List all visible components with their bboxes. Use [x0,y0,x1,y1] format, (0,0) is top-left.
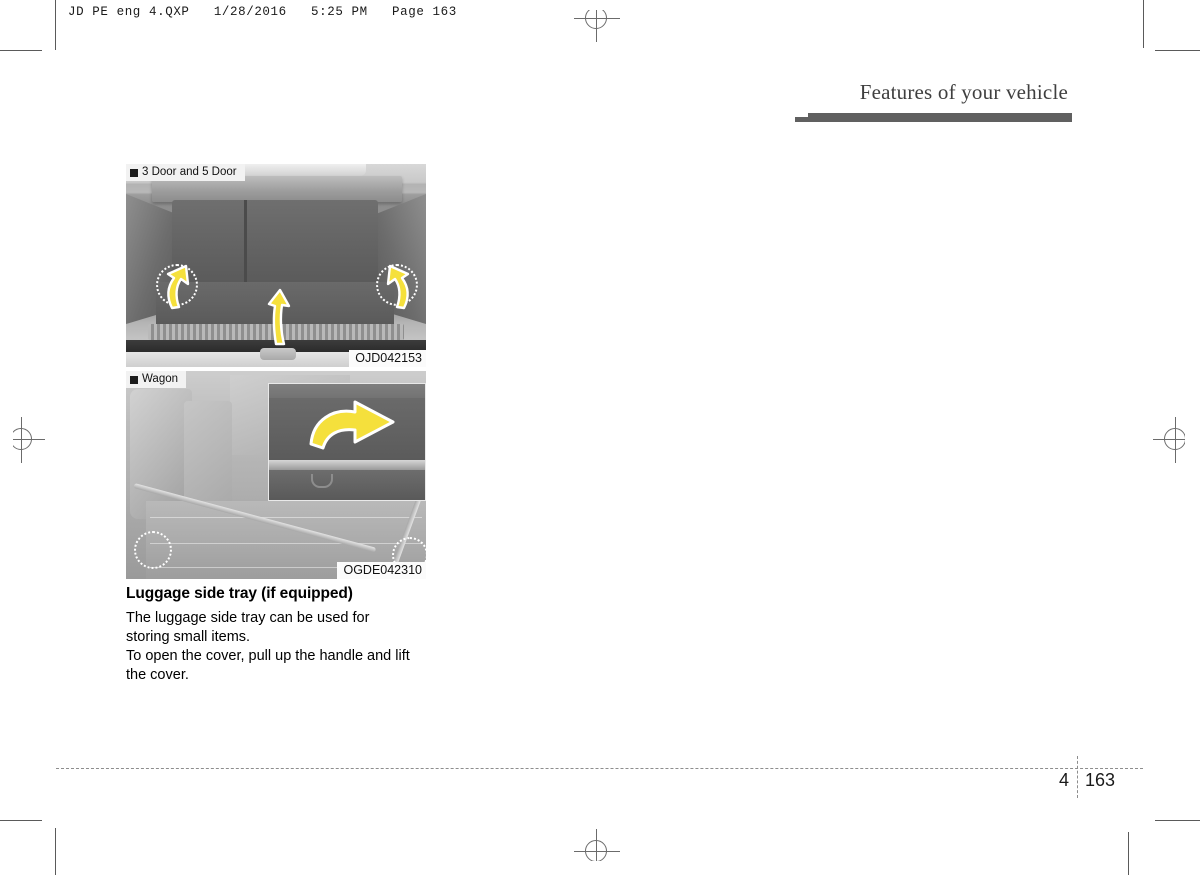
crop-mark-top-right-vertical [1143,0,1144,48]
paragraph-luggage-side-tray-use: The luggage side tray can be used for st… [126,609,426,647]
arrow-open-cover-icon [309,400,395,450]
figure-wagon: Wagon OGDE042310 [126,371,426,579]
crop-mark-bottom-right-vertical [1128,832,1129,875]
inset-lower-panel [269,470,425,500]
section-heading-luggage-side-tray: Luggage side tray (if equipped) [126,585,353,602]
figure-label-3-door-and-5-door: 3 Door and 5 Door [126,164,245,181]
footer-page-number: 163 [1085,770,1116,790]
title-bar-tail [795,117,808,122]
arrow-left-tray-icon [166,264,190,310]
figure-label-text: 3 Door and 5 Door [142,166,237,178]
paragraph-open-cover-instructions: To open the cover, pull up the handle an… [126,647,426,685]
registration-mark-bottom-center [574,829,620,861]
cargo-floor-seam-2 [150,543,422,544]
seatback-split-line [244,200,247,286]
figure-3-door-and-5-door: 3 Door and 5 Door OJD042153 [126,164,426,367]
figure-label-wagon: Wagon [126,371,187,388]
registration-horizontal-line [13,439,45,440]
inset-detail-panel [268,383,426,501]
paragraph-line: To open the cover, pull up the handle an… [126,648,392,664]
rear-seat-right [184,401,232,513]
registration-mark-middle-right [1153,417,1185,463]
paragraph-line: storing small items. [126,629,251,645]
registration-mark-top-center [574,10,620,42]
figure-image-hatchback-cargo [126,164,426,367]
floor-lift-handle [260,348,296,360]
registration-vertical-line [596,829,597,861]
crop-mark-bottom-left-horizontal [0,820,42,821]
square-bullet-icon [130,168,138,177]
rear-seatback [172,200,378,286]
inset-trim-rail [269,460,425,470]
crop-mark-bottom-right-horizontal [1155,820,1200,821]
square-bullet-icon [130,375,138,384]
registration-mark-middle-left [13,417,45,463]
crop-mark-top-left-horizontal [0,50,42,51]
figure-label-text: Wagon [142,373,179,385]
registration-vertical-line [596,10,597,42]
arrow-right-tray-icon [386,264,410,310]
inset-cover-handle [311,474,333,488]
arrow-center-handle-icon [267,288,291,346]
crop-mark-bottom-left-vertical [55,828,56,875]
crop-mark-top-left-vertical [55,0,56,50]
print-slug: JD PE eng 4.QXP 1/28/2016 5:25 PM Page 1… [68,5,457,19]
registration-horizontal-line [574,851,620,852]
page-title: Features of your vehicle [859,80,1068,104]
footer-chapter-number: 4 [1058,770,1069,790]
registration-vertical-line [21,417,22,463]
footer-divider [56,768,1143,769]
highlight-circle-left-anchor [134,531,172,569]
footer-separator [1077,756,1078,798]
registration-vertical-line [1175,417,1176,463]
figure-code-ojd042153: OJD042153 [349,350,426,367]
title-underline-bar [808,113,1072,122]
registration-horizontal-line [574,18,620,19]
figure-code-ogde042310: OGDE042310 [337,562,426,579]
figure-image-wagon-cargo [126,371,426,579]
registration-horizontal-line [1153,439,1185,440]
cargo-floor-seam-1 [150,517,422,518]
crop-mark-top-right-horizontal [1155,50,1200,51]
paragraph-line: The luggage side tray can be used for [126,610,370,626]
